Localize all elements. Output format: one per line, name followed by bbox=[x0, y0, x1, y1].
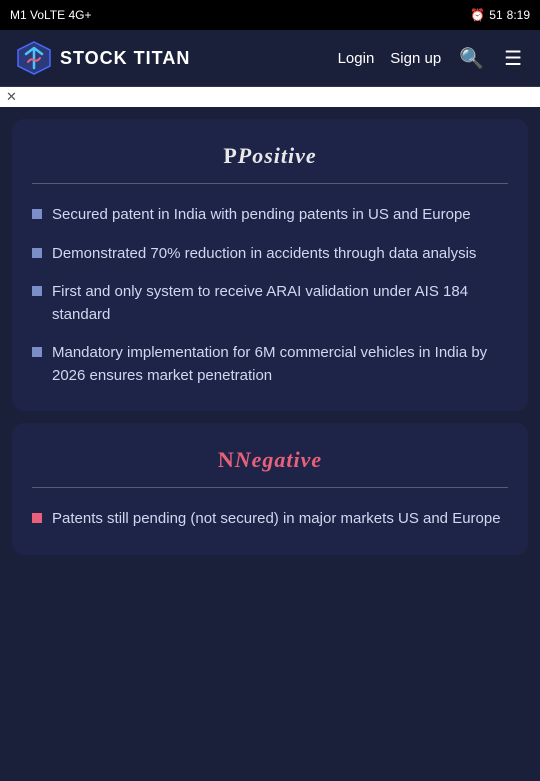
status-left: M1 VoLTE 4G+ bbox=[10, 8, 92, 22]
login-link[interactable]: Login bbox=[338, 50, 375, 67]
ad-banner: ✕ bbox=[0, 87, 540, 107]
search-icon[interactable]: 🔍 bbox=[457, 44, 486, 73]
positive-divider bbox=[32, 183, 508, 184]
positive-card: PPositive Secured patent in India with p… bbox=[12, 119, 528, 411]
carrier-info: M1 VoLTE 4G+ bbox=[10, 8, 92, 22]
list-item: First and only system to receive ARAI va… bbox=[32, 281, 508, 326]
bullet-icon bbox=[32, 286, 42, 296]
bullet-text: Mandatory implementation for 6M commerci… bbox=[52, 342, 508, 387]
bullet-icon bbox=[32, 248, 42, 258]
bullet-text: Demonstrated 70% reduction in accidents … bbox=[52, 243, 508, 266]
logo-icon bbox=[16, 40, 52, 76]
status-bar: M1 VoLTE 4G+ ⏰ 51 8:19 bbox=[0, 0, 540, 30]
positive-list: Secured patent in India with pending pat… bbox=[32, 204, 508, 387]
bullet-text: Secured patent in India with pending pat… bbox=[52, 204, 508, 227]
bullet-icon bbox=[32, 513, 42, 523]
battery-indicator: 51 bbox=[489, 8, 502, 22]
status-right: ⏰ 51 8:19 bbox=[470, 8, 530, 22]
close-icon[interactable]: ✕ bbox=[6, 89, 17, 105]
list-item: Demonstrated 70% reduction in accidents … bbox=[32, 243, 508, 266]
content: PPositive Secured patent in India with p… bbox=[0, 107, 540, 567]
nav-links: Login Sign up 🔍 ☰ bbox=[338, 44, 524, 73]
list-item: Patents still pending (not secured) in m… bbox=[32, 508, 508, 531]
negative-title: NNegative bbox=[32, 447, 508, 473]
positive-title: PPositive bbox=[32, 143, 508, 169]
negative-card: NNegative Patents still pending (not sec… bbox=[12, 423, 528, 555]
bullet-text: First and only system to receive ARAI va… bbox=[52, 281, 508, 326]
bullet-text: Patents still pending (not secured) in m… bbox=[52, 508, 508, 531]
logo-area: STOCK TITAN bbox=[16, 40, 326, 76]
bullet-icon bbox=[32, 347, 42, 357]
negative-divider bbox=[32, 487, 508, 488]
menu-icon[interactable]: ☰ bbox=[502, 44, 524, 73]
list-item: Secured patent in India with pending pat… bbox=[32, 204, 508, 227]
alarm-icon: ⏰ bbox=[470, 8, 485, 22]
logo-text: STOCK TITAN bbox=[60, 48, 190, 69]
time-display: 8:19 bbox=[507, 8, 530, 22]
signup-link[interactable]: Sign up bbox=[390, 50, 441, 67]
bullet-icon bbox=[32, 209, 42, 219]
list-item: Mandatory implementation for 6M commerci… bbox=[32, 342, 508, 387]
header: STOCK TITAN Login Sign up 🔍 ☰ bbox=[0, 30, 540, 87]
negative-list: Patents still pending (not secured) in m… bbox=[32, 508, 508, 531]
